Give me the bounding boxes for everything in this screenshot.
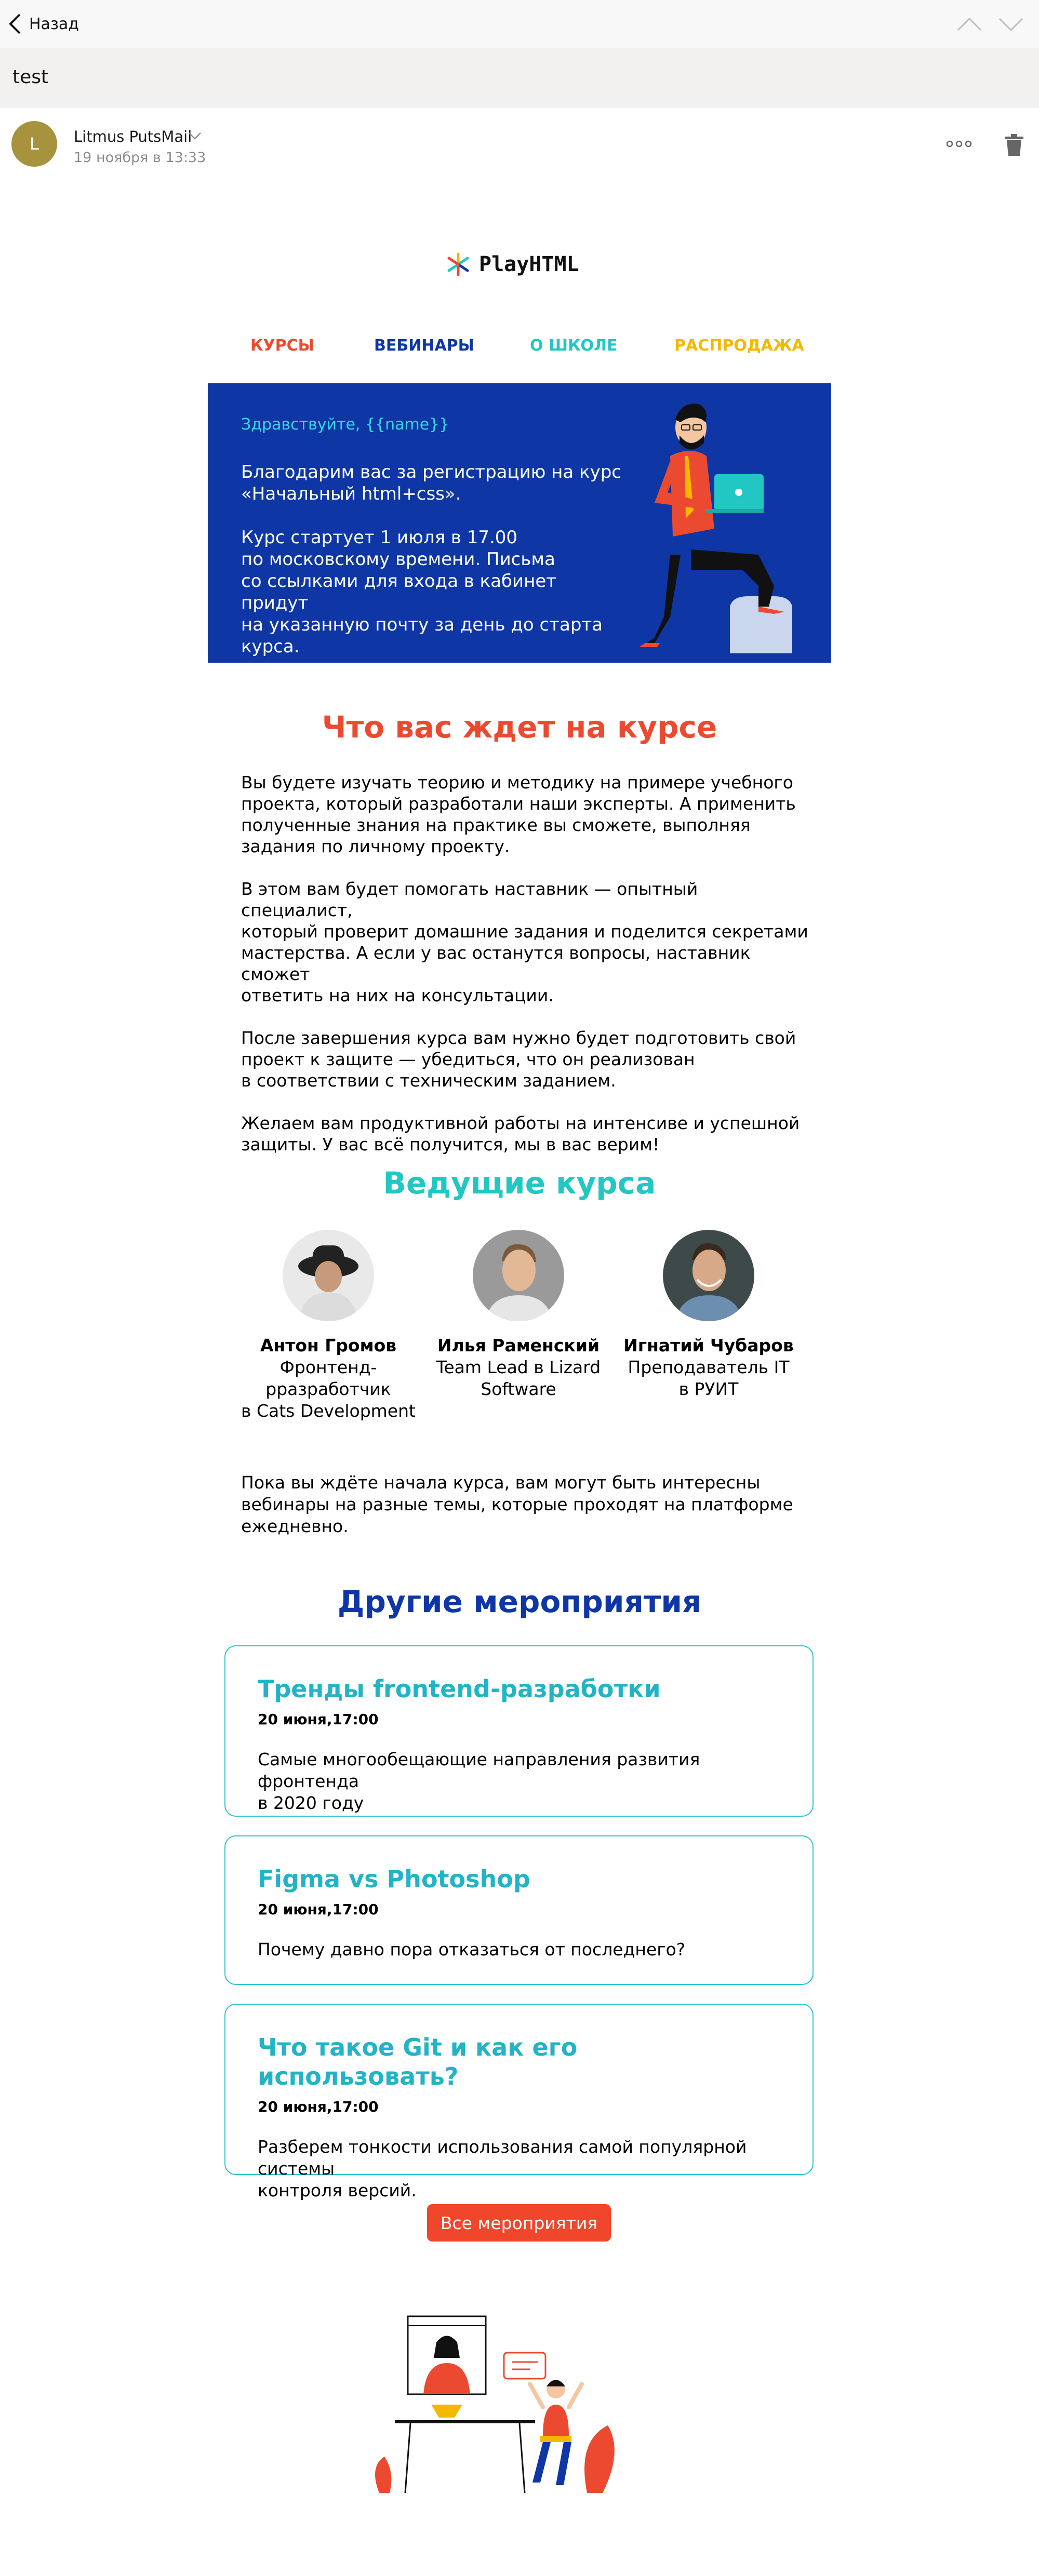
- teacher-name: Илья Раменский: [437, 1335, 600, 1356]
- teacher-card: Игнатий Чубаров Преподаватель IT в РУИТ: [615, 1230, 802, 1400]
- hero-paragraph: Благодарим вас за регистрацию на курс «Н…: [241, 462, 621, 504]
- event-card[interactable]: Тренды frontend-разработки 20 июня,17:00…: [224, 1645, 814, 1817]
- teacher-role: Фронтенд- рразработчик в Cats Developmen…: [241, 1357, 416, 1421]
- event-description: Почему давно пора отказаться от последне…: [258, 1939, 686, 1960]
- teacher-card: Антон Громов Фронтенд- рразработчик в Ca…: [235, 1230, 422, 1422]
- teacher-card: Илья Раменский Team Lead в Lizard Softwa…: [425, 1230, 612, 1400]
- teacher-name: Игнатий Чубаров: [623, 1335, 794, 1356]
- hero-paragraph: Курс стартует 1 июля в 17.00 по московск…: [241, 527, 603, 657]
- upcoming-text: Пока вы ждёте начала курса, вам могут бы…: [241, 1472, 793, 1536]
- nav-link-sale[interactable]: РАСПРОДАЖА: [674, 337, 804, 355]
- expect-paragraph: После завершения курса вам нужно будет п…: [241, 1028, 796, 1091]
- sender-name[interactable]: Litmus PutsMail: [74, 128, 192, 145]
- teacher-photo: [473, 1230, 564, 1321]
- teacher-role: Team Lead в Lizard Software: [436, 1357, 601, 1399]
- teacher-photo: [283, 1230, 374, 1321]
- email-subject: test: [12, 66, 49, 88]
- hero-text: Благодарим вас за регистрацию на курс «Н…: [241, 461, 625, 679]
- event-card[interactable]: Figma vs Photoshop 20 июня,17:00 Почему …: [224, 1835, 814, 1985]
- event-title[interactable]: Тренды frontend-разработки: [258, 1674, 780, 1703]
- trash-icon[interactable]: [1004, 133, 1024, 157]
- event-date: 20 июня,17:00: [258, 1901, 379, 1918]
- back-label: Назад: [29, 15, 79, 33]
- nav-link-courses[interactable]: КУРСЫ: [250, 337, 314, 355]
- subject-bar: [0, 48, 1039, 108]
- event-description: Разберем тонкости использования самой по…: [258, 2137, 747, 2201]
- event-card[interactable]: Что такое Git и как его использовать? 20…: [224, 2004, 814, 2201]
- section-title-expect: Что вас ждет на курсе: [322, 709, 717, 745]
- sent-date: 19 ноября в 13:33: [74, 150, 206, 166]
- more-options-icon[interactable]: [945, 136, 973, 152]
- expect-body: Вы будете изучать теорию и методику на п…: [241, 772, 812, 1176]
- chevron-down-icon[interactable]: [997, 12, 1024, 35]
- event-date: 20 июня,17:00: [258, 2098, 379, 2115]
- developer-illustration: [639, 404, 792, 653]
- event-title[interactable]: Figma vs Photoshop: [258, 1864, 780, 1894]
- event-title[interactable]: Что такое Git и как его использовать?: [258, 2033, 780, 2091]
- top-toolbar: [0, 0, 1039, 48]
- chevron-left-icon: [9, 14, 21, 34]
- logo-text: PlayHTML: [479, 252, 579, 276]
- teacher-photo: [663, 1230, 754, 1321]
- event-description: Самые многообещающие направления развити…: [258, 1749, 700, 1813]
- webinar-illustration: [375, 2315, 615, 2493]
- section-title-teachers: Ведущие курса: [383, 1165, 656, 1201]
- hero-greeting: Здравствуйте, {{name}}: [241, 415, 449, 434]
- playhtml-logo-icon: [447, 252, 469, 276]
- chevron-down-icon[interactable]: [187, 130, 203, 142]
- expect-paragraph: Желаем вам продуктивной работы на интенс…: [241, 1113, 800, 1155]
- expect-paragraph: В этом вам будет помогать наставник — оп…: [241, 879, 808, 1005]
- email-logo[interactable]: PlayHTML: [445, 248, 579, 280]
- event-date: 20 июня,17:00: [258, 1711, 379, 1728]
- all-events-button[interactable]: Все мероприятия: [427, 2204, 611, 2242]
- expect-paragraph: Вы будете изучать теорию и методику на п…: [241, 772, 796, 856]
- teacher-name: Антон Громов: [260, 1335, 397, 1356]
- nav-link-about[interactable]: О ШКОЛЕ: [530, 337, 617, 355]
- back-button[interactable]: Назад: [7, 10, 79, 37]
- section-title-events: Другие мероприятия: [337, 1584, 702, 1619]
- avatar: L: [11, 121, 57, 167]
- nav-link-webinars[interactable]: ВЕБИНАРЫ: [374, 337, 474, 355]
- teacher-role: Преподаватель IT в РУИТ: [628, 1357, 790, 1399]
- chevron-up-icon[interactable]: [956, 12, 983, 35]
